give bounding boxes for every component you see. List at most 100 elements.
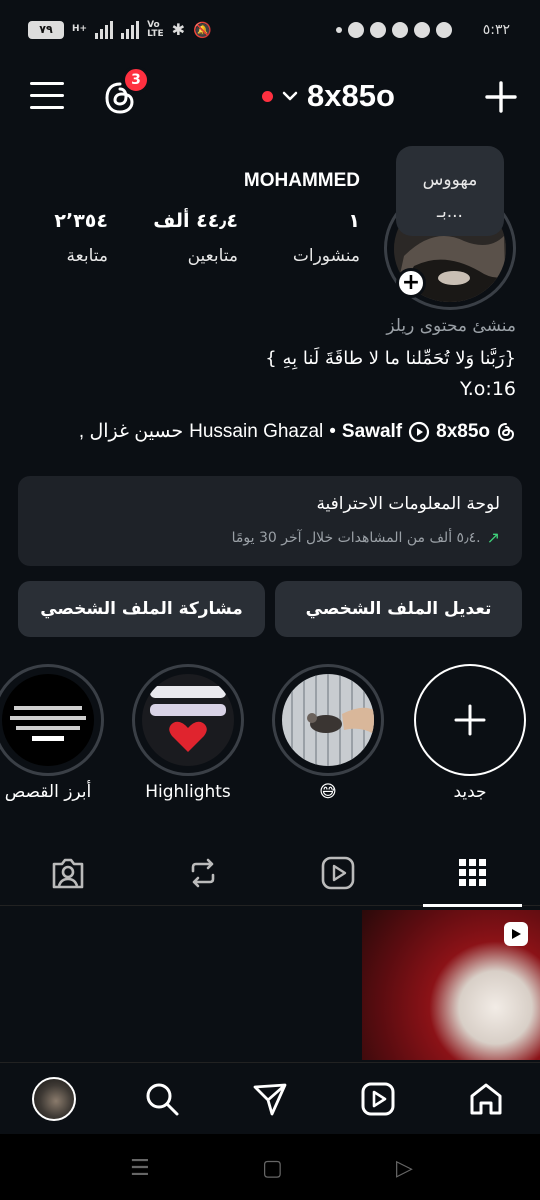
messenger-icon	[436, 22, 452, 38]
bio-line: { رَبَّنا وَلا تُحَمِّلنا ما لا طاقَةَ ل…	[265, 348, 516, 369]
dot-icon	[336, 27, 342, 33]
highlight-ring	[0, 664, 104, 776]
dashboard-subtitle: ٥٫٤ ألف من المشاهدات خلال آخر 30 يومًا.	[231, 529, 481, 546]
highlight-new[interactable]: جديد	[414, 664, 526, 802]
status-left: ٧٩ H+ Vo LTE ✱ 🔕	[28, 20, 212, 39]
grid-icon	[458, 859, 486, 886]
nav-search[interactable]	[138, 1077, 186, 1121]
trend-up-icon: ↗	[486, 528, 500, 547]
dashboard-title: لوحة المعلومات الاحترافية	[316, 494, 500, 514]
tab-reposts[interactable]	[135, 840, 270, 906]
highlight-ring	[414, 664, 526, 776]
share-profile-button[interactable]: مشاركة الملف الشخصي	[18, 581, 265, 637]
display-name: MOHAMMED	[243, 170, 360, 191]
tab-grid[interactable]	[405, 840, 540, 907]
bird-cage-image	[282, 674, 374, 766]
stat-value: ١	[348, 210, 360, 232]
reels-icon	[321, 856, 354, 890]
tagged-icon	[52, 858, 83, 889]
highlight-label: Highlights	[145, 782, 231, 802]
messenger-icon	[392, 22, 408, 38]
play-circle-icon	[409, 421, 430, 442]
stat-posts[interactable]: ١ منشورات	[293, 210, 360, 266]
reels-icon	[361, 1082, 395, 1116]
highlight-label: جديد	[453, 782, 487, 802]
messenger-icon	[348, 22, 364, 38]
play-icon	[512, 929, 521, 939]
clock: ٥:٣٢	[482, 22, 510, 38]
stat-following[interactable]: ٢٬٣٥٤ متابعة	[54, 210, 108, 266]
chevron-down-icon	[282, 91, 298, 101]
bottom-navigation	[0, 1062, 540, 1134]
stat-label: متابعة	[66, 246, 108, 266]
plus-icon	[454, 704, 486, 736]
nav-messages[interactable]	[246, 1077, 294, 1121]
highlight-cover	[282, 674, 374, 766]
username: 8x85o	[307, 78, 395, 113]
stat-value: ٤٤٫٤ ألف	[153, 210, 238, 232]
nav-home[interactable]	[462, 1077, 510, 1121]
menu-button[interactable]	[30, 82, 64, 112]
note-bubble[interactable]: مهووس بـ...	[396, 146, 504, 236]
highlight-ring	[132, 664, 244, 776]
nav-profile[interactable]	[30, 1077, 78, 1121]
volte-indicator: Vo LTE	[147, 19, 164, 39]
stat-label: متابعين	[187, 246, 238, 266]
dashboard-subtitle-row: ٥٫٤ ألف من المشاهدات خلال آخر 30 يومًا. …	[232, 528, 500, 547]
threads-small-icon	[497, 422, 515, 441]
bio-line: Y.o:16	[460, 378, 516, 400]
mute-icon: 🔕	[193, 20, 212, 39]
heart-chat-image	[142, 674, 234, 766]
notification-icons	[336, 22, 452, 38]
text-story-image	[2, 674, 94, 766]
note-line-1: مهووس	[422, 170, 478, 190]
profile-links: , حسين غزال Hussain Ghazal • Sawalf 8x85…	[79, 420, 516, 443]
back-triangle-icon[interactable]: ▷	[396, 1156, 413, 1181]
status-bar: ٧٩ H+ Vo LTE ✱ 🔕 ٥:٣٢	[0, 0, 540, 62]
separator: •	[329, 420, 336, 442]
highlight-item[interactable]: 😅	[272, 664, 384, 802]
repost-icon	[191, 858, 214, 888]
highlight-label: 😅	[319, 782, 337, 802]
search-icon	[146, 1083, 179, 1116]
tab-tagged[interactable]	[0, 840, 135, 906]
profile-header: 3 8x85o	[0, 66, 540, 130]
profile-category: منشئ محتوى ريلز	[386, 316, 516, 336]
note-line-2: بـ...	[437, 202, 463, 222]
tab-reels[interactable]	[270, 840, 405, 906]
menu-line	[30, 94, 64, 97]
highlight-cover	[2, 674, 94, 766]
professional-dashboard[interactable]: لوحة المعلومات الاحترافية ٥٫٤ ألف من الم…	[18, 476, 522, 566]
send-icon	[253, 1083, 287, 1116]
reel-badge-icon	[504, 922, 528, 946]
system-navigation: ☰ ▢ ▷	[0, 1134, 540, 1200]
highlight-item[interactable]: Highlights	[132, 664, 244, 802]
nav-reels[interactable]	[354, 1077, 402, 1121]
menu-line	[30, 106, 64, 109]
tagged-name[interactable]: Hussain Ghazal	[189, 421, 323, 443]
highlight-label: أبرز القصص	[4, 782, 92, 802]
highlight-item[interactable]: أبرز القصص	[0, 664, 104, 802]
post-thumbnail[interactable]	[362, 910, 540, 1060]
stat-followers[interactable]: ٤٤٫٤ ألف متابعين	[153, 210, 238, 266]
tagged-name-ar[interactable]: , حسين غزال	[79, 420, 183, 443]
reels-link[interactable]: Sawalf	[342, 421, 402, 443]
threads-badge: 3	[122, 66, 150, 94]
edit-profile-button[interactable]: تعديل الملف الشخصي	[275, 581, 522, 637]
threads-link[interactable]: 8x85o	[436, 421, 490, 443]
whatsapp-icon	[414, 22, 430, 38]
account-switcher[interactable]: 8x85o	[262, 78, 395, 114]
plus-icon	[485, 81, 517, 113]
content-tabs	[0, 840, 540, 907]
create-button[interactable]	[484, 80, 518, 114]
recents-icon[interactable]: ☰	[130, 1156, 150, 1181]
status-dot	[262, 90, 273, 102]
highlight-ring	[272, 664, 384, 776]
menu-line	[30, 82, 64, 85]
add-story-button[interactable]: +	[396, 268, 426, 298]
profile-avatar-small	[32, 1077, 76, 1121]
signal-icon-2	[121, 20, 140, 39]
home-square-icon[interactable]: ▢	[262, 1156, 283, 1181]
highlight-cover	[142, 674, 234, 766]
stat-value: ٢٬٣٥٤	[54, 210, 108, 232]
